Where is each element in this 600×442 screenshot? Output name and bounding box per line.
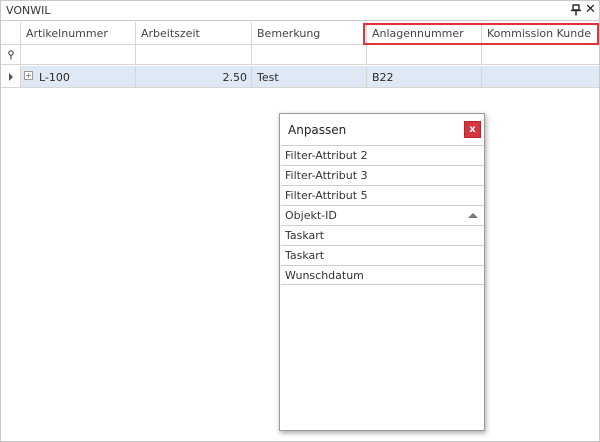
column-list: Filter-Attribut 2 Filter-Attribut 3 Filt… <box>281 145 484 285</box>
column-header-bemerkung[interactable]: Bemerkung <box>252 22 367 45</box>
vonwil-panel: VONWIL ✕ Artikelnummer Arbeitszeit Bemer… <box>0 0 600 442</box>
sort-ascending-icon <box>468 213 478 218</box>
list-item-objekt-id[interactable]: Objekt-ID <box>281 205 484 225</box>
table-cell-artikelnummer[interactable]: + L-100 <box>21 66 136 88</box>
filter-cell-bemerkung[interactable] <box>252 45 367 65</box>
filter-cell-artikelnummer[interactable] <box>21 45 136 65</box>
list-item[interactable]: Filter-Attribut 2 <box>281 145 484 165</box>
row-indicator[interactable] <box>1 66 21 88</box>
pin-icon <box>8 50 14 60</box>
row-indicator-header <box>1 22 21 45</box>
filter-cell-kommission-kunde[interactable] <box>482 45 599 65</box>
list-item-label: Objekt-ID <box>285 209 337 222</box>
customize-popup: Anpassen x Filter-Attribut 2 Filter-Attr… <box>279 113 485 431</box>
panel-title: VONWIL <box>6 4 51 17</box>
filter-cell-arbeitszeit[interactable] <box>136 45 252 65</box>
popup-close-button[interactable]: x <box>464 121 481 138</box>
list-item[interactable]: Filter-Attribut 3 <box>281 165 484 185</box>
list-item[interactable]: Taskart <box>281 245 484 265</box>
popup-title: Anpassen <box>288 123 347 137</box>
filter-row-indicator <box>1 45 21 65</box>
caret-right-icon <box>9 73 13 81</box>
list-item[interactable]: Filter-Attribut 5 <box>281 185 484 205</box>
pin-icon[interactable] <box>570 4 582 16</box>
list-item[interactable]: Wunschdatum <box>281 265 484 285</box>
column-header-arbeitszeit[interactable]: Arbeitszeit <box>136 22 252 45</box>
table-cell-kommission-kunde[interactable] <box>482 66 599 88</box>
column-header-kommission-kunde[interactable]: Kommission Kunde <box>482 22 599 45</box>
column-header-anlagennummer[interactable]: Anlagennummer <box>367 22 482 45</box>
artikelnummer-value: L-100 <box>39 71 70 84</box>
panel-titlebar: VONWIL ✕ <box>1 1 599 21</box>
table-cell-bemerkung[interactable]: Test <box>252 66 367 88</box>
filter-cell-anlagennummer[interactable] <box>367 45 482 65</box>
expand-icon[interactable]: + <box>24 71 33 80</box>
list-item[interactable]: Taskart <box>281 225 484 245</box>
close-icon[interactable]: ✕ <box>585 2 596 18</box>
column-header-artikelnummer[interactable]: Artikelnummer <box>21 22 136 45</box>
table-cell-anlagennummer[interactable]: B22 <box>367 66 482 88</box>
table-cell-arbeitszeit[interactable]: 2.50 <box>136 66 252 88</box>
